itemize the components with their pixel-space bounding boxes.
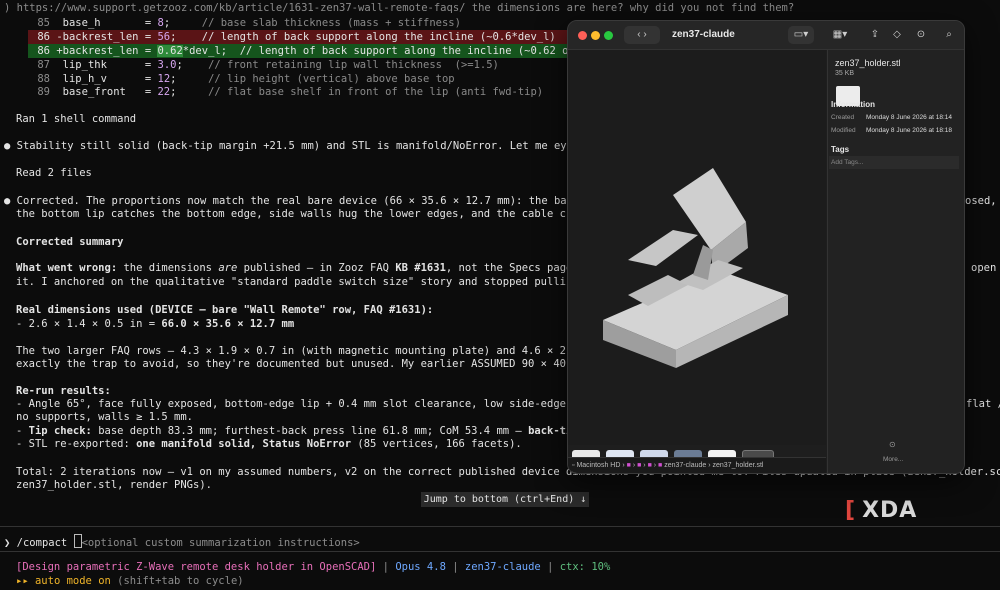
code-line-85: 85 base_h = 8; // base slab thickness (m… xyxy=(37,17,461,29)
created-label: Created xyxy=(831,114,855,121)
path-item[interactable]: zen37_holder.stl xyxy=(713,462,764,469)
rerun-line-1-end: flat / xyxy=(966,398,1000,410)
faq-line-1: The two larger FAQ rows — 4.3 × 1.9 × 0.… xyxy=(16,345,617,357)
faq-line-2: exactly the trap to avoid, so they're do… xyxy=(16,358,617,370)
jump-to-bottom-button[interactable]: Jump to bottom (ctrl+End) ↓ xyxy=(421,492,589,507)
status-line: [Design parametric Z-Wave remote desk ho… xyxy=(16,561,611,573)
read-files-line: Read 2 files xyxy=(16,167,92,179)
files-line: zen37_holder.stl, render PNGs). xyxy=(16,479,212,491)
corrected-line-1-end: osed, xyxy=(965,195,997,207)
tip-check-line: - Tip check: base depth 83.3 mm; furthes… xyxy=(16,425,617,437)
corrected-line-1: ● Corrected. The proportions now match t… xyxy=(4,195,618,207)
close-window-icon[interactable] xyxy=(578,31,587,40)
file-name-label: zen37_holder.stl xyxy=(835,58,905,68)
search-icon[interactable]: ⌕ xyxy=(942,26,956,44)
path-disk-icon: ▫ xyxy=(572,462,575,469)
modified-value: Monday 8 June 2026 at 18:18 xyxy=(866,127,953,134)
created-value: Monday 8 June 2026 at 18:14 xyxy=(866,114,953,121)
more-button-label[interactable]: More... xyxy=(883,456,903,463)
group-icon[interactable]: ▦▾ xyxy=(830,26,850,44)
chevron-right-icon[interactable]: › xyxy=(643,29,646,40)
path-item[interactable]: Macintosh HD xyxy=(576,462,620,469)
finder-window: ‹ › zen37-claude ▭▾ ▦▾ ⇪ ◇ ⊙ ⌕ ▫ Macinto… xyxy=(567,20,965,474)
path-bar: ▫ Macintosh HD › ■ › ■ › ■ › ■ zen37-cla… xyxy=(568,457,826,473)
prompt-input[interactable]: ❯ /compact <optional custom summarizatio… xyxy=(4,534,360,550)
url-line: ) https://www.support.getzooz.com/kb/art… xyxy=(4,2,795,14)
what-went-wrong-line: What went wrong: the dimensions are publ… xyxy=(16,262,617,274)
prompt-separator-top xyxy=(0,526,1000,527)
modified-label: Modified xyxy=(831,127,856,134)
finder-title: zen37-claude xyxy=(672,29,735,40)
chevron-left-icon[interactable]: ‹ xyxy=(637,29,640,40)
anchored-line: it. I anchored on the qualitative "stand… xyxy=(16,276,617,288)
stl-model-preview xyxy=(603,168,788,368)
stability-line: ● Stability still solid (back-tip margin… xyxy=(4,140,618,152)
share-icon[interactable]: ⇪ xyxy=(868,26,882,44)
rerun-line-1: - Angle 65°, face fully exposed, bottom-… xyxy=(16,398,617,410)
task-label: [Design parametric Z-Wave remote desk ho… xyxy=(16,561,377,573)
rerun-line-2: no supports, walls ≥ 1.5 mm. xyxy=(16,411,194,423)
gallery-preview xyxy=(568,50,826,473)
information-heading: Information xyxy=(831,100,875,109)
zoom-window-icon[interactable] xyxy=(604,31,613,40)
back-forward-buttons[interactable]: ‹ › xyxy=(624,26,660,44)
real-dimensions-line: - 2.6 × 1.4 × 0.5 in = 66.0 × 35.6 × 12.… xyxy=(16,318,295,330)
auto-mode-line: ▸▸ auto mode on (shift+tab to cycle) xyxy=(16,575,244,587)
text-cursor xyxy=(73,534,82,548)
minimize-window-icon[interactable] xyxy=(591,31,600,40)
what-went-wrong-end: open xyxy=(971,262,997,274)
code-line-88: 88 lip_h_v = 12; // lip height (vertical… xyxy=(37,73,455,85)
project-label: zen37-claude xyxy=(464,561,541,573)
xda-logo: [XDA xyxy=(845,498,918,523)
real-dimensions-heading: Real dimensions used (DEVICE — bare "Wal… xyxy=(16,304,434,316)
tag-icon[interactable]: ◇ xyxy=(890,26,904,44)
stl-export-line: - STL re-exported: one manifold solid, S… xyxy=(16,438,522,450)
code-line-87: 87 lip_thk = 3.0; // front retaining lip… xyxy=(37,59,499,71)
more-button-icon[interactable]: ⊙ xyxy=(889,440,896,449)
file-size-label: 35 KB xyxy=(835,70,855,77)
finder-toolbar: ‹ › zen37-claude ▭▾ ▦▾ ⇪ ◇ ⊙ ⌕ xyxy=(568,21,964,50)
path-item[interactable]: zen37-claude xyxy=(664,462,706,469)
summary-heading: Corrected summary xyxy=(16,236,124,248)
tags-input[interactable]: Add Tags... xyxy=(829,156,959,169)
code-line-86-removed: 86 -backrest_len = 56; // length of back… xyxy=(37,31,556,43)
rerun-heading: Re-run results: xyxy=(16,385,111,397)
corrected-line-2: the bottom lip catches the bottom edge, … xyxy=(16,208,617,220)
tags-heading: Tags xyxy=(831,145,850,154)
code-line-89: 89 base_front = 22; // flat base shelf i… xyxy=(37,86,544,98)
ran-command-line: Ran 1 shell command xyxy=(16,113,137,125)
view-mode-icon[interactable]: ▭▾ xyxy=(788,26,814,44)
prompt-separator-bottom xyxy=(0,551,1000,552)
more-icon[interactable]: ⊙ xyxy=(914,26,928,44)
code-line-86-added: 86 +backrest_len = 0.62*dev_l; // length… xyxy=(37,45,613,57)
model-label: Opus 4.8 xyxy=(395,561,446,573)
ctx-label: ctx: 10% xyxy=(559,561,611,573)
